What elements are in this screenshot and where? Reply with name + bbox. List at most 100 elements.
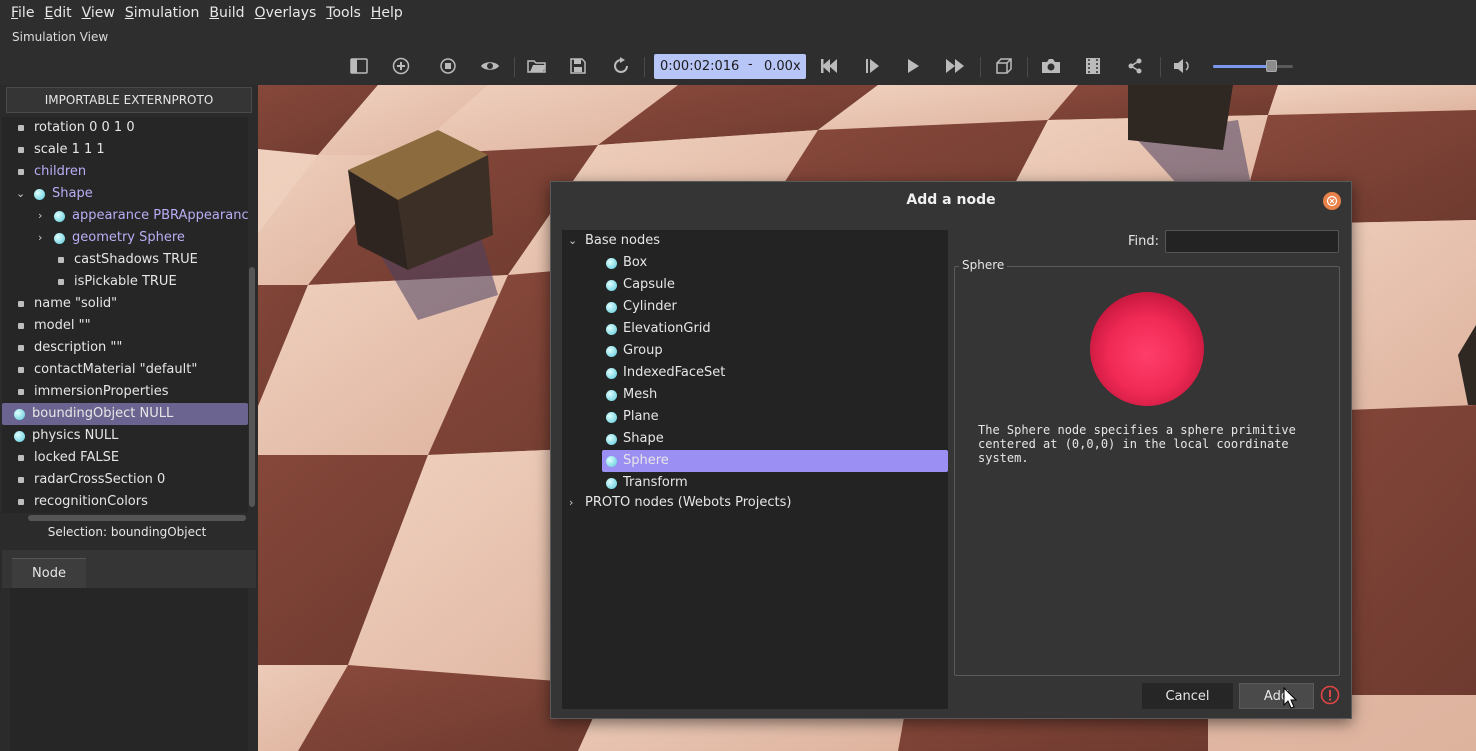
field-icon [18,477,24,483]
node-item-label: Sphere [623,453,669,468]
menu-view[interactable]: View [77,0,120,27]
save-icon[interactable] [567,55,589,77]
node-item-sphere[interactable]: Sphere [602,450,948,472]
tab-node[interactable]: Node [12,558,86,588]
volume-icon[interactable] [1171,55,1193,77]
node-icon [606,258,617,269]
field-icon [18,455,24,461]
node-description: The Sphere node specifies a sphere primi… [978,423,1296,465]
add-button[interactable]: Add [1239,683,1314,709]
tree-item-shape[interactable]: ⌄ Shape [2,183,248,205]
open-folder-icon[interactable] [526,55,548,77]
selection-label: Selection: boundingObject [47,525,207,539]
webots-window: File Edit View Simulation Build Overlays… [0,0,1476,751]
tree-item-name[interactable]: name "solid" [2,293,248,315]
node-item-label: Cylinder [623,299,677,314]
chevron-right-icon[interactable]: › [38,227,42,249]
node-item-indexedfaceset[interactable]: IndexedFaceSet [602,362,948,384]
volume-slider-thumb[interactable] [1265,60,1277,72]
menu-tools[interactable]: Tools [321,0,366,27]
scrollbar-thumb[interactable] [249,267,255,507]
close-icon[interactable] [1323,192,1341,210]
node-item-label: Transform [623,475,688,490]
node-item-shape[interactable]: Shape [602,428,948,450]
reset-simulation-icon[interactable] [818,55,840,77]
menu-bar: File Edit View Simulation Build Overlays… [0,0,1476,27]
tree-item-proto-nodes[interactable]: › PROTO nodes (Webots Projects) [562,492,948,514]
tree-item-children[interactable]: children [2,161,248,183]
tree-item-model[interactable]: model "" [2,315,248,337]
menu-file[interactable]: File [6,0,39,27]
tree-vertical-scrollbar[interactable] [248,117,256,513]
find-input[interactable] [1165,230,1339,253]
node-icon [34,189,45,200]
field-icon [18,169,24,175]
volume-slider[interactable] [1213,60,1293,72]
node-icon [606,456,617,467]
reload-icon[interactable] [610,55,632,77]
step-icon[interactable] [861,55,883,77]
field-icon [18,125,24,131]
chevron-down-icon[interactable]: ⌄ [16,183,25,205]
tree-item-ispickable[interactable]: isPickable TRUE [2,271,248,293]
warning-icon [1320,685,1340,705]
node-item-elevationgrid[interactable]: ElevationGrid [602,318,948,340]
node-item-box[interactable]: Box [602,252,948,274]
node-item-transform[interactable]: Transform [602,472,948,494]
reload-world-icon[interactable] [437,55,459,77]
tree-item-locked[interactable]: locked FALSE [2,447,248,469]
node-item-group[interactable]: Group [602,340,948,362]
tree-item-immersionproperties[interactable]: immersionProperties [2,381,248,403]
node-item-mesh[interactable]: Mesh [602,384,948,406]
record-movie-icon[interactable] [1082,55,1104,77]
time-separator: - [748,57,753,72]
node-item-capsule[interactable]: Capsule [602,274,948,296]
tree-item-boundingobject[interactable]: boundingObject NULL [2,403,248,425]
tree-item-castshadows[interactable]: castShadows TRUE [2,249,248,271]
tree-item-radarcrosssection[interactable]: radarCrossSection 0 [2,469,248,491]
mouse-cursor-icon [1283,686,1298,709]
fast-forward-icon[interactable] [944,55,966,77]
share-icon[interactable] [1124,55,1146,77]
tree-horizontal-scrollbar[interactable] [28,515,246,521]
toolbar: 0:00:02:016 - 0.00x [0,47,1476,85]
menu-build[interactable]: Build [204,0,249,27]
tree-item-scale[interactable]: scale 1 1 1 [2,139,248,161]
chevron-down-icon[interactable]: ⌄ [568,230,577,252]
tree-item-geometry[interactable]: › geometry Sphere [2,227,248,249]
node-icon [606,434,617,445]
node-item-label: Box [623,255,648,270]
importable-externproto-button[interactable]: IMPORTABLE EXTERNPROTO [6,87,252,113]
menu-overlays[interactable]: Overlays [250,0,322,27]
screenshot-icon[interactable] [1040,55,1062,77]
chevron-right-icon[interactable]: › [569,492,573,514]
chevron-right-icon[interactable]: › [38,205,42,227]
render-toggle-icon[interactable] [993,55,1015,77]
tree-item-description[interactable]: description "" [2,337,248,359]
play-icon[interactable] [902,55,924,77]
field-icon [18,147,24,153]
tree-item-rotation[interactable]: rotation 0 0 1 0 [2,117,248,139]
node-icon [606,412,617,423]
node-item-plane[interactable]: Plane [602,406,948,428]
menu-help[interactable]: Help [366,0,408,27]
node-item-label: Group [623,343,663,358]
node-item-label: Plane [623,409,659,424]
sphere-preview-image [1090,292,1204,406]
menu-edit[interactable]: Edit [39,0,76,27]
simulation-speed: 0.00x [764,59,801,74]
node-item-label: IndexedFaceSet [623,365,726,380]
cancel-button[interactable]: Cancel [1142,683,1233,709]
add-node-icon[interactable] [390,55,412,77]
eye-icon[interactable] [479,55,501,77]
field-editor-panel [10,588,248,751]
tree-item-physics[interactable]: physics NULL [2,425,248,447]
toggle-scene-tree-icon[interactable] [348,55,370,77]
field-icon [58,257,64,263]
node-item-cylinder[interactable]: Cylinder [602,296,948,318]
tree-item-contactmaterial[interactable]: contactMaterial "default" [2,359,248,381]
menu-simulation[interactable]: Simulation [120,0,205,27]
tree-item-appearance[interactable]: › appearance PBRAppearance [2,205,257,227]
tree-item-base-nodes[interactable]: ⌄ Base nodes [562,230,948,252]
tree-item-recognitioncolors[interactable]: recognitionColors [2,491,248,513]
